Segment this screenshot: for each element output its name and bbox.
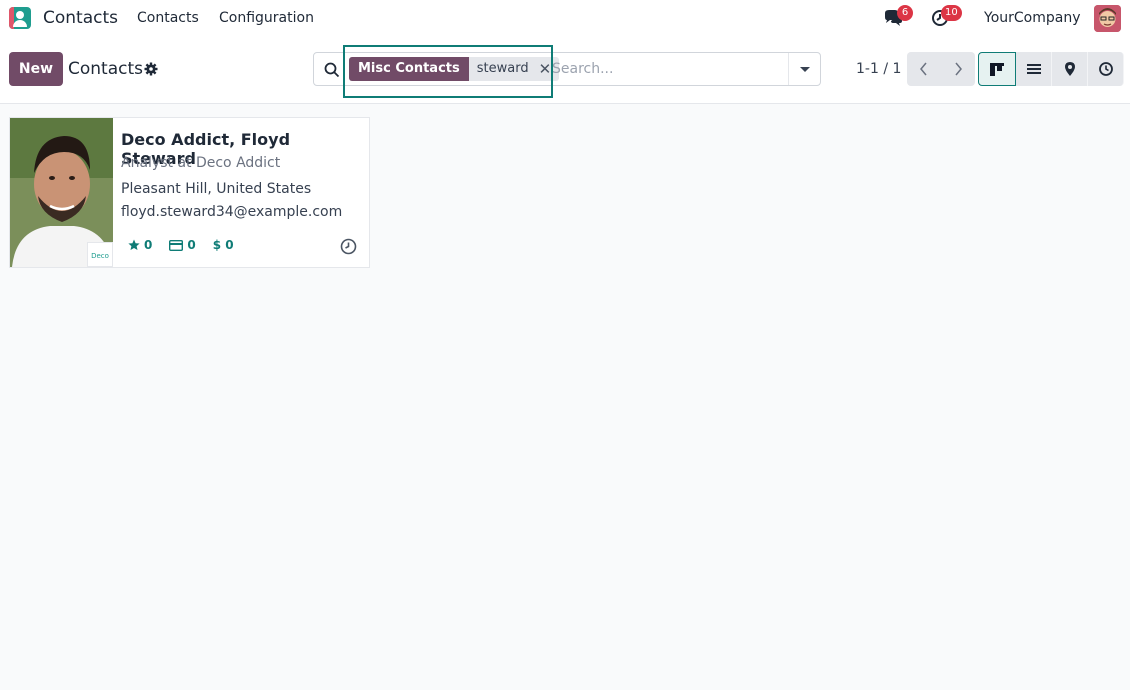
list-view-button[interactable] — [1016, 52, 1052, 86]
search-options-toggle[interactable] — [788, 53, 820, 85]
company-switcher[interactable]: YourCompany — [984, 10, 1081, 26]
caret-down-icon — [800, 67, 810, 72]
control-panel: New Contacts Misc Contacts steward ✕ 1-1… — [0, 37, 1130, 104]
user-avatar[interactable] — [1094, 5, 1121, 32]
menu-configuration[interactable]: Configuration — [219, 10, 314, 26]
chevron-right-icon — [955, 62, 962, 76]
star-icon — [128, 239, 140, 250]
pager-previous-button[interactable] — [907, 52, 941, 86]
breadcrumb: Contacts — [68, 59, 143, 79]
search-input[interactable] — [552, 56, 782, 82]
messages-badge: 6 — [897, 5, 913, 21]
activities-badge: 10 — [941, 5, 962, 21]
pager-value[interactable]: 1-1 / 1 — [856, 61, 901, 77]
app-name[interactable]: Contacts — [43, 8, 118, 28]
company-logo: Deco — [87, 242, 113, 267]
contact-photo: Deco — [10, 118, 113, 267]
list-icon — [1027, 64, 1041, 74]
map-pin-icon — [1065, 62, 1075, 76]
search-icon[interactable] — [324, 62, 340, 78]
menu-contacts[interactable]: Contacts — [137, 10, 199, 26]
clock-icon — [1099, 62, 1113, 76]
pager-buttons — [907, 52, 975, 86]
opportunities-stat[interactable]: 0 — [128, 238, 152, 252]
invoices-stat[interactable]: 0 — [169, 238, 196, 252]
pager-next-button[interactable] — [941, 52, 975, 86]
chevron-left-icon — [920, 62, 927, 76]
contact-email: floyd.steward34@example.com — [121, 204, 343, 220]
credit-card-icon — [169, 239, 184, 251]
contact-card[interactable]: Deco Deco Addict, Floyd Steward Analyst … — [9, 117, 370, 268]
activity-icon[interactable] — [340, 238, 357, 255]
search-facet-highlight — [343, 45, 553, 98]
gear-icon[interactable] — [144, 62, 158, 76]
kanban-icon — [990, 63, 1004, 76]
contacts-app-icon[interactable] — [9, 7, 31, 29]
contact-function: Analyst at Deco Addict — [121, 155, 281, 171]
contact-stats: 0 0 $ 0 — [128, 238, 234, 252]
top-navbar: Contacts Contacts Configuration 6 10 You… — [0, 0, 1130, 37]
view-switcher — [978, 52, 1124, 86]
new-button[interactable]: New — [9, 52, 63, 86]
activity-view-button[interactable] — [1088, 52, 1124, 86]
map-view-button[interactable] — [1052, 52, 1088, 86]
contact-location: Pleasant Hill, United States — [121, 181, 312, 197]
messages-button[interactable]: 6 — [883, 5, 913, 29]
sales-stat[interactable]: $ 0 — [213, 238, 234, 252]
kanban-view-button[interactable] — [978, 52, 1016, 86]
activities-button[interactable]: 10 — [931, 5, 962, 29]
